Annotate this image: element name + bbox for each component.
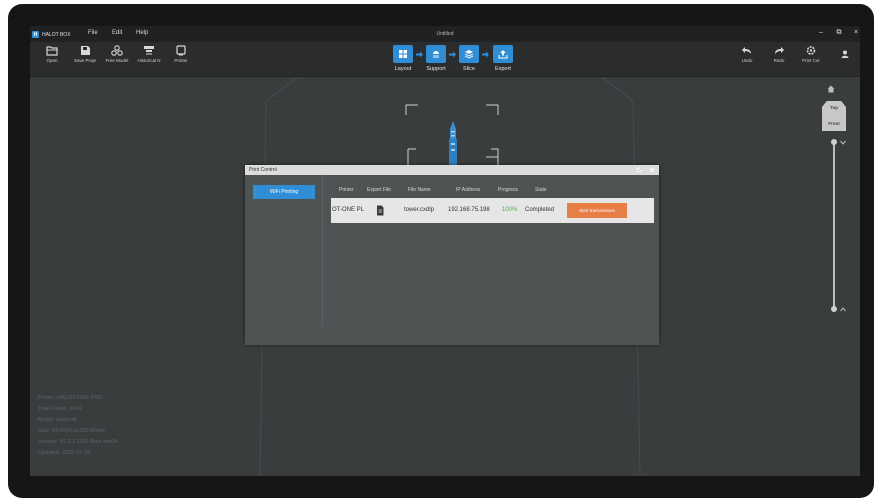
historical-model-button[interactable]: Historical N xyxy=(134,45,164,63)
model-info-panel: Printer: HALOT-ONE PRO Total Floors: 241… xyxy=(38,393,117,459)
undo-icon xyxy=(742,47,751,54)
chevron-down-icon[interactable] xyxy=(840,140,846,145)
layer-slider[interactable] xyxy=(833,144,835,309)
step-export-label: Export xyxy=(495,66,511,72)
open-button[interactable]: Open xyxy=(37,45,67,63)
row-ip-address: 192.168.75.198 xyxy=(448,207,490,213)
user-button[interactable] xyxy=(830,45,860,60)
printer-button[interactable]: Printer xyxy=(166,45,196,63)
dialog-sidebar: WiFi Printing xyxy=(245,175,323,325)
info-total-floors: Total Floors: 2419 xyxy=(38,406,82,412)
dialog-close-icon[interactable] xyxy=(649,167,655,173)
redo-button[interactable]: Redo xyxy=(764,45,794,63)
device-frame: H HALOT BOX File Edit Help Untitled – ⧉ … xyxy=(8,4,874,498)
printer-label: Printer xyxy=(174,58,188,63)
support-icon xyxy=(433,51,439,58)
open-label: Open xyxy=(46,58,58,63)
menu-bar: H HALOT BOX File Edit Help Untitled – ⧉ … xyxy=(30,26,860,42)
menu-edit[interactable]: Edit xyxy=(112,30,122,36)
arrow-right-icon xyxy=(482,51,489,58)
menu-help[interactable]: Help xyxy=(136,30,148,36)
refresh-icon[interactable] xyxy=(636,167,642,173)
column-printer: Printer xyxy=(339,187,354,193)
info-updated: Updated: 2022-02-18 xyxy=(38,450,90,456)
info-size: Size: 54.0x54.0x120.00mm xyxy=(38,428,105,434)
free-model-label: Free Model xyxy=(105,58,129,63)
column-state: State xyxy=(535,187,547,193)
info-model: Model: tower.stl xyxy=(38,417,77,423)
historical-model-label: Historical N xyxy=(137,58,161,63)
layer-slider-bottom-handle[interactable] xyxy=(831,306,837,312)
historical-model-icon xyxy=(144,46,154,55)
row-file-name: tower.cxdlp xyxy=(404,207,435,213)
nav-cube-top-face[interactable]: Top xyxy=(822,105,846,110)
print-control-button[interactable]: Print Cor xyxy=(796,45,826,63)
navigation-cube[interactable]: Top Front xyxy=(822,101,846,131)
printer-row[interactable]: OT-ONE PL tower.cxdlp 192.168.75.198 100… xyxy=(331,198,654,223)
tower-model[interactable] xyxy=(449,121,457,167)
dialog-title-bar[interactable]: Print Control xyxy=(245,165,659,175)
print-control-label: Print Cor xyxy=(802,58,820,63)
step-layout-label: Layout xyxy=(394,66,412,72)
free-model-icon xyxy=(111,45,123,56)
step-export[interactable]: Export xyxy=(489,45,517,72)
undo-label: Undo xyxy=(741,58,753,63)
step-support[interactable]: Support xyxy=(422,45,450,72)
wifi-printing-tab[interactable]: WiFi Printing xyxy=(253,185,315,199)
layer-slider-top-handle[interactable] xyxy=(831,139,837,145)
app-window: H HALOT BOX File Edit Help Untitled – ⧉ … xyxy=(30,26,860,476)
close-button[interactable]: × xyxy=(851,29,860,36)
chevron-up-icon[interactable] xyxy=(840,307,846,312)
redo-label: Redo xyxy=(773,58,785,63)
info-printer: Printer: HALOT-ONE PRO xyxy=(38,395,103,401)
info-version: Version: V2.2.2.1191 Beta win64 xyxy=(38,439,118,445)
logo-text: HALOT BOX xyxy=(42,31,71,38)
step-layout[interactable]: Layout xyxy=(389,45,417,72)
row-progress: 100% xyxy=(502,207,518,213)
dialog-title: Print Control xyxy=(249,167,277,173)
step-slice[interactable]: Slice xyxy=(455,45,483,72)
slice-icon xyxy=(464,50,474,59)
toolbar: Open Save Proje Free Model Historical N … xyxy=(30,42,860,77)
folder-open-icon xyxy=(46,46,58,56)
window-title: Untitled xyxy=(436,31,454,37)
row-printer-name: OT-ONE PL xyxy=(332,207,365,213)
free-model-button[interactable]: Free Model xyxy=(102,45,132,63)
column-export-file: Export File xyxy=(367,187,391,193)
redo-icon xyxy=(775,47,784,54)
row-state: Completed xyxy=(525,207,555,213)
column-ip-address: IP Address xyxy=(456,187,481,193)
app-logo: H HALOT BOX xyxy=(32,30,71,39)
home-view-icon[interactable] xyxy=(827,85,835,93)
logo-badge-icon: H xyxy=(32,31,39,38)
layout-icon xyxy=(399,50,407,58)
menu-file[interactable]: File xyxy=(88,30,98,36)
save-project-label: Save Proje xyxy=(73,58,96,63)
restore-button[interactable]: ⧉ xyxy=(834,29,844,37)
minimize-button[interactable]: – xyxy=(816,29,826,36)
user-icon xyxy=(841,50,849,58)
save-project-button[interactable]: Save Proje xyxy=(70,45,100,63)
nav-cube-front-face[interactable]: Front xyxy=(822,121,846,126)
step-support-label: Support xyxy=(426,66,446,72)
file-icon[interactable] xyxy=(376,205,384,216)
start-transmission-button[interactable]: Start transmission xyxy=(567,203,627,218)
undo-button[interactable]: Undo xyxy=(732,45,762,63)
column-file-name: File Name xyxy=(408,187,431,193)
print-control-icon xyxy=(806,46,816,55)
column-progress: Progress xyxy=(498,187,519,193)
save-project-icon xyxy=(81,46,90,55)
step-slice-label: Slice xyxy=(463,66,475,72)
print-control-dialog: Print Control WiFi Printing Printer Expo… xyxy=(245,165,659,345)
export-icon xyxy=(498,50,508,59)
printer-icon xyxy=(176,45,186,56)
